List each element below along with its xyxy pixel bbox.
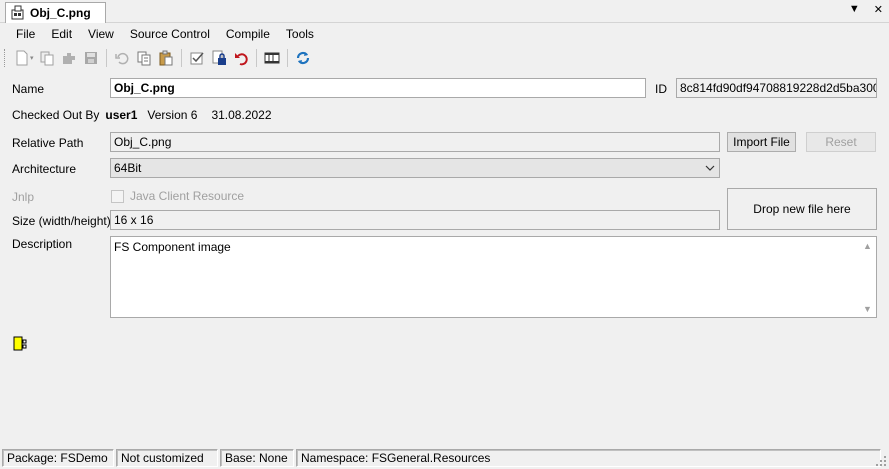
architecture-label: Architecture (12, 162, 77, 176)
import-file-button[interactable]: Import File (727, 132, 796, 152)
version-text: Version 6 (147, 108, 198, 122)
menu-compile[interactable]: Compile (218, 27, 278, 41)
film-icon (264, 52, 280, 64)
check-out-button[interactable] (210, 49, 228, 67)
menu-edit[interactable]: Edit (43, 27, 80, 41)
drop-file-zone[interactable]: Drop new file here (727, 188, 877, 230)
toolbar-separator (286, 49, 288, 67)
menu-bar: File Edit View Source Control Compile To… (0, 24, 889, 44)
relative-path-field[interactable]: Obj_C.png (110, 132, 720, 152)
new-icon (16, 50, 28, 66)
jnlp-label: Jnlp (12, 190, 35, 204)
menu-view[interactable]: View (80, 27, 122, 41)
undo-button[interactable] (113, 49, 131, 67)
toolbar-grip[interactable] (4, 49, 7, 67)
scroll-down-icon[interactable]: ▼ (859, 300, 876, 317)
relative-path-label: Relative Path (12, 136, 84, 150)
description-scrollbar[interactable]: ▲ ▼ (859, 237, 876, 317)
reset-button[interactable]: Reset (806, 132, 876, 152)
copy-button[interactable] (38, 49, 56, 67)
status-package: Package: FSDemo (2, 449, 114, 467)
puzzle-icon (62, 53, 75, 64)
checkout-info: Checked Out By user1 Version 6 31.08.202… (12, 108, 272, 122)
document-tab-strip: Obj_C.png ▼ ✕ (0, 0, 889, 23)
description-textarea[interactable]: FS Component image ▲ ▼ (110, 236, 877, 318)
menu-source-control[interactable]: Source Control (122, 27, 218, 41)
checkout-date: 31.08.2022 (211, 108, 272, 122)
status-namespace: Namespace: FSGeneral.Resources (296, 449, 881, 467)
checkin-icon (190, 52, 204, 65)
component-button[interactable] (60, 49, 78, 67)
new-dropdown-icon[interactable]: ▾ (30, 54, 34, 62)
image-preview-icon (13, 336, 27, 351)
checkout-lock-icon (212, 50, 226, 65)
size-field[interactable]: 16 x 16 (110, 210, 720, 230)
duplicate-button[interactable] (135, 49, 153, 67)
id-field[interactable]: 8c814fd90df94708819228d2d5ba300e (676, 78, 877, 98)
scroll-up-icon[interactable]: ▲ (859, 237, 876, 254)
name-label: Name (12, 82, 45, 96)
new-button[interactable] (13, 49, 31, 67)
name-input[interactable]: Obj_C.png (110, 78, 646, 98)
undo-icon (114, 52, 128, 65)
java-client-resource-checkbox[interactable] (111, 189, 124, 203)
java-client-resource-label: Java Client Resource (130, 189, 245, 203)
save-icon (84, 52, 97, 64)
save-button[interactable] (82, 49, 100, 67)
paste-button[interactable] (157, 49, 175, 67)
chevron-down-icon (705, 165, 715, 171)
check-in-button[interactable] (188, 49, 206, 67)
tab-list-dropdown-icon[interactable]: ▼ (849, 3, 860, 16)
resize-grip-icon[interactable] (875, 455, 887, 467)
architecture-select[interactable]: 64Bit (110, 158, 720, 178)
revert-icon (234, 53, 248, 66)
tab-close-icon[interactable]: ✕ (874, 3, 883, 16)
refresh-button[interactable] (294, 49, 312, 67)
toolbar-separator (105, 49, 107, 67)
refresh-icon (296, 51, 309, 65)
size-label: Size (width/height) (12, 214, 111, 228)
toolbar-separator (255, 49, 257, 67)
id-label: ID (655, 82, 667, 96)
duplicate-icon (137, 51, 151, 66)
menu-tools[interactable]: Tools (278, 27, 322, 41)
checked-out-user: user1 (105, 108, 138, 122)
media-button[interactable] (263, 49, 281, 67)
document-tab-title: Obj_C.png (30, 6, 91, 20)
menu-file[interactable]: File (8, 27, 43, 41)
description-label: Description (12, 237, 73, 251)
document-tab[interactable]: Obj_C.png (5, 2, 106, 23)
description-text: FS Component image (114, 240, 231, 254)
java-client-resource-checkbox-row[interactable]: Java Client Resource (111, 189, 244, 203)
revert-button[interactable] (232, 49, 250, 67)
copy-icon (40, 51, 54, 66)
toolbar-separator (180, 49, 182, 67)
checked-out-label: Checked Out By (12, 108, 100, 122)
component-image-icon (11, 5, 24, 20)
toolbar: ▾ (0, 45, 889, 71)
status-bar: Package: FSDemo Not customized Base: Non… (0, 447, 889, 469)
paste-icon (159, 50, 173, 66)
architecture-selected-value: 64Bit (114, 161, 142, 175)
status-customized: Not customized (116, 449, 218, 467)
status-base: Base: None (220, 449, 294, 467)
